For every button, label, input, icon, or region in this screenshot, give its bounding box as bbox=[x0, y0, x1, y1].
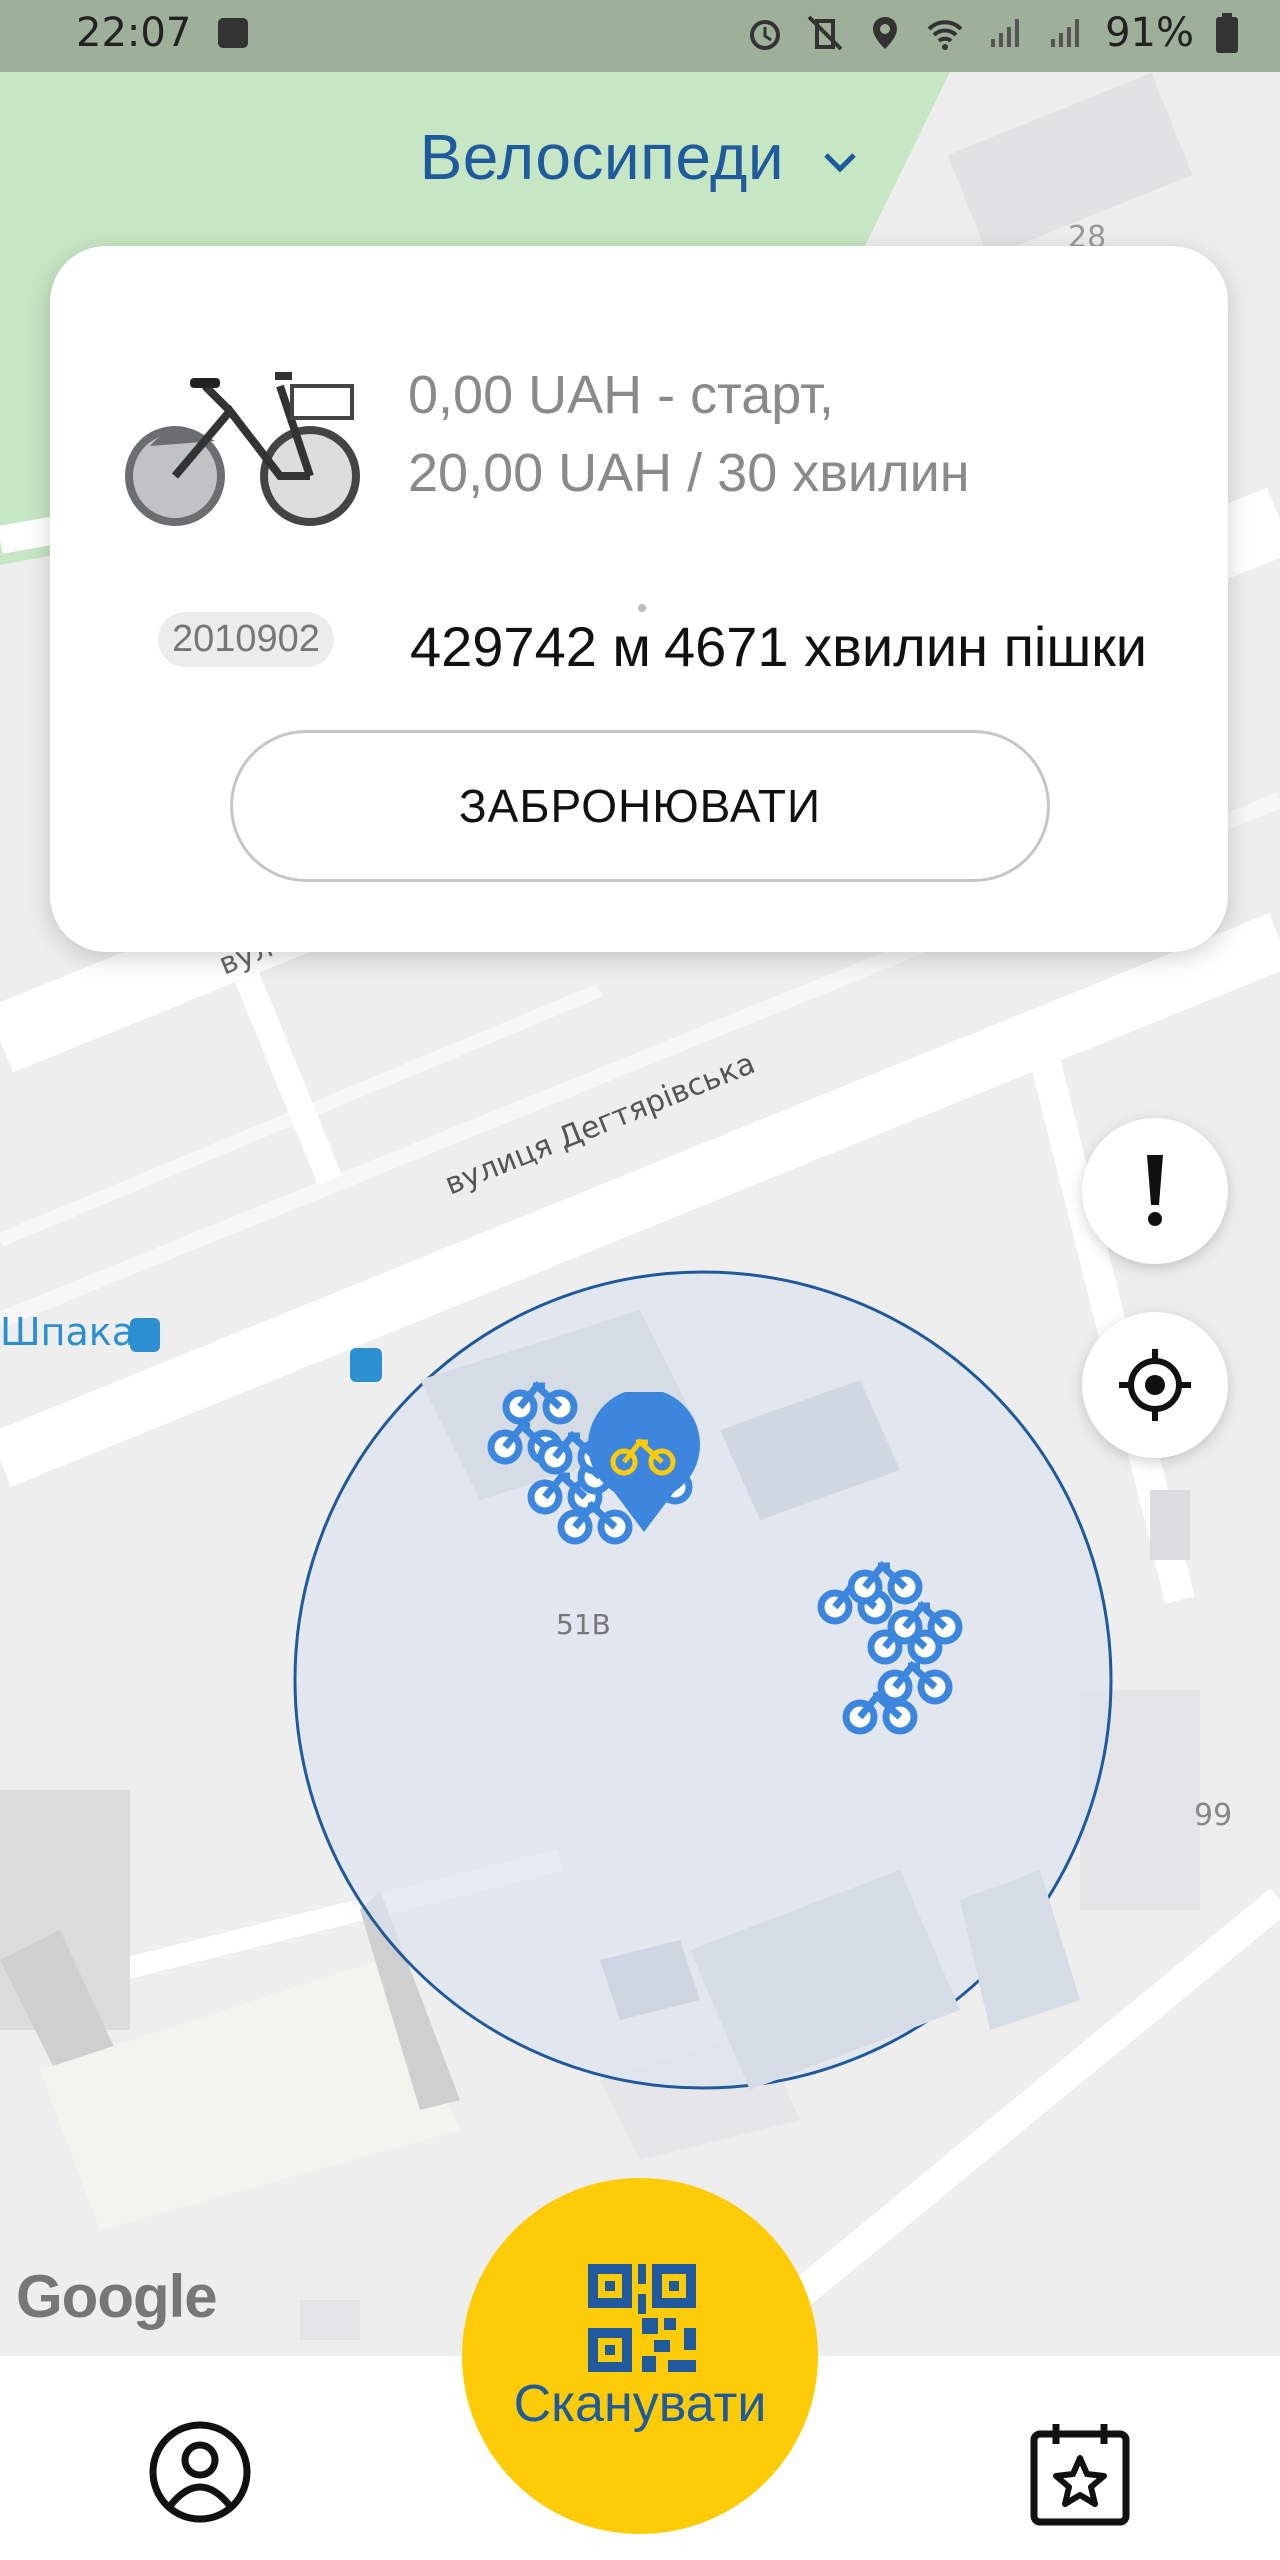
vibrate-icon bbox=[807, 15, 843, 51]
signal-icon bbox=[991, 19, 1020, 47]
distance-value: 429742 м bbox=[410, 615, 651, 678]
alert-icon bbox=[1147, 1155, 1163, 1226]
battery-percent: 91% bbox=[1105, 10, 1194, 56]
building-number-99: 99 bbox=[1194, 1798, 1233, 1833]
google-logo: Google bbox=[16, 2263, 218, 2330]
status-time: 22:07 bbox=[76, 10, 192, 56]
bike-info-card: 0,00 UAH - старт, 20,00 UAH / 30 хвилин … bbox=[50, 246, 1228, 952]
bike-photo bbox=[125, 372, 360, 526]
scan-label: Сканувати bbox=[513, 2375, 767, 2433]
building-number-51v: 51В bbox=[556, 1608, 611, 1641]
bike-id-badge: 2010902 bbox=[158, 612, 334, 667]
status-bar: 22:07 91% bbox=[0, 0, 1280, 72]
vehicle-type-title: Велосипеди bbox=[419, 121, 785, 193]
qr-icon bbox=[588, 2264, 696, 2372]
wifi-icon bbox=[927, 20, 963, 50]
scan-button[interactable]: Сканувати bbox=[462, 2178, 818, 2534]
walk-time: 4671 хвилин пішки bbox=[664, 615, 1148, 678]
calendar-star-icon[interactable] bbox=[1028, 2418, 1132, 2528]
location-icon bbox=[873, 17, 898, 49]
report-problem-button[interactable] bbox=[1082, 1118, 1228, 1264]
locate-icon bbox=[1119, 1349, 1191, 1421]
reserve-button[interactable]: ЗАБРОНЮВАТИ bbox=[230, 730, 1050, 882]
tariff-text: 0,00 UAH - старт, 20,00 UAH / 30 хвилин bbox=[408, 356, 970, 512]
signal-icon-2 bbox=[1051, 19, 1080, 47]
chevron-down-icon bbox=[824, 153, 857, 173]
my-location-button[interactable] bbox=[1082, 1312, 1228, 1458]
bus-stop-icon bbox=[350, 1348, 382, 1382]
transit-stop-label: Шпака bbox=[0, 1310, 136, 1354]
bike-cluster-2[interactable] bbox=[810, 1492, 1010, 1772]
bike-marker-icon[interactable] bbox=[584, 1392, 704, 1542]
tariff-rate: 20,00 UAH / 30 хвилин bbox=[408, 443, 970, 503]
profile-icon[interactable] bbox=[148, 2420, 252, 2524]
tariff-start: 0,00 UAH - старт, bbox=[408, 365, 834, 425]
notification-icon bbox=[218, 18, 248, 48]
battery-icon bbox=[1216, 13, 1238, 53]
separator-dot bbox=[638, 604, 646, 612]
tram-stop-icon bbox=[130, 1318, 160, 1352]
vehicle-type-selector[interactable]: Велосипеди bbox=[0, 120, 1280, 194]
alarm-icon bbox=[750, 20, 781, 50]
